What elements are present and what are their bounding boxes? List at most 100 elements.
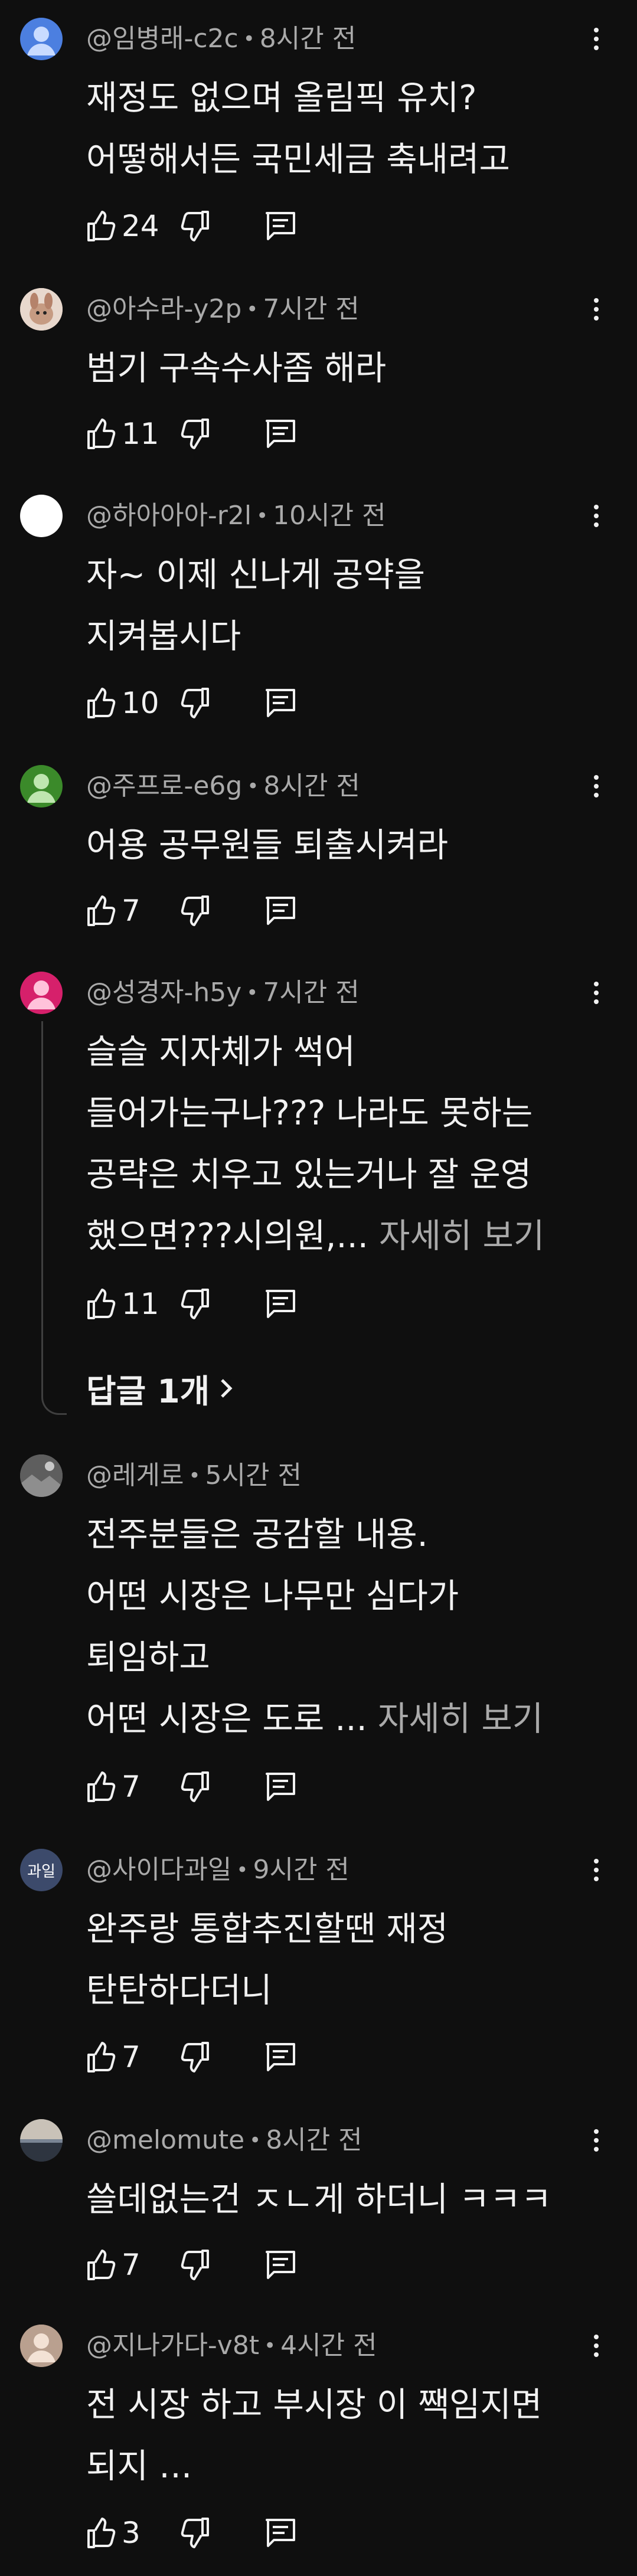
like-count: 7: [122, 2248, 141, 2282]
dislike-icon[interactable]: [181, 687, 210, 720]
comment-time[interactable]: 8시간 전: [263, 767, 360, 805]
comment-meta: @아수라-y2p • 7시간 전: [86, 290, 360, 328]
comment-author[interactable]: @레게로: [86, 1457, 184, 1495]
reply-icon[interactable]: [264, 2250, 296, 2280]
more-options-icon[interactable]: [584, 765, 608, 808]
comment-actions: 7: [86, 890, 296, 931]
comment-meta: @주프로-e6g • 8시간 전: [86, 767, 360, 805]
avatar-initials: 과일: [27, 1862, 55, 1881]
like-icon[interactable]: [86, 2248, 116, 2281]
more-options-icon[interactable]: [584, 972, 608, 1014]
reply-icon[interactable]: [264, 419, 296, 449]
like-count: 7: [122, 894, 141, 928]
thread-line: [41, 1021, 67, 1415]
comment-meta: @하아아아-r2l • 10시간 전: [86, 497, 386, 535]
comment-time[interactable]: 9시간 전: [253, 1851, 349, 1889]
more-options-icon[interactable]: [584, 2325, 608, 2367]
comment-text: 어용 공무원들 퇴출시켜라: [86, 826, 449, 865]
like-icon[interactable]: [86, 2041, 116, 2074]
dislike-icon[interactable]: [181, 210, 210, 243]
reply-icon[interactable]: [264, 895, 296, 926]
like-icon[interactable]: [86, 210, 116, 243]
view-replies-button[interactable]: 답글 1개: [86, 1365, 233, 1412]
comment-author[interactable]: @하아아아-r2l: [86, 497, 251, 535]
more-options-icon[interactable]: [584, 18, 608, 60]
comment-author[interactable]: @성경자-h5y: [86, 974, 241, 1012]
dislike-icon[interactable]: [181, 894, 210, 927]
comment-time[interactable]: 4시간 전: [280, 2327, 377, 2365]
photo-avatar-icon: [20, 1454, 63, 1497]
reply-icon[interactable]: [264, 1771, 296, 1802]
dislike-icon[interactable]: [181, 2041, 210, 2074]
like-count: 7: [122, 2040, 141, 2074]
reply-icon[interactable]: [264, 2042, 296, 2072]
comment-time[interactable]: 10시간 전: [273, 497, 386, 535]
more-options-icon[interactable]: [584, 288, 608, 331]
comment-author[interactable]: @아수라-y2p: [86, 290, 241, 328]
comment-author[interactable]: @melomute: [86, 2121, 244, 2159]
reply-icon[interactable]: [264, 211, 296, 241]
comment-actions: 7: [86, 1766, 296, 1807]
comment-actions: 11: [86, 1283, 296, 1325]
comment-time[interactable]: 7시간 전: [263, 974, 359, 1012]
comment-meta: @레게로 • 5시간 전: [86, 1457, 302, 1495]
comment-time[interactable]: 8시간 전: [260, 20, 356, 58]
more-options-icon[interactable]: [584, 2119, 608, 2162]
avatar[interactable]: [20, 2325, 63, 2367]
person-icon: [27, 27, 55, 55]
comment-meta: @지나가다-v8t • 4시간 전: [86, 2327, 377, 2365]
person-icon: [27, 980, 55, 1009]
like-icon[interactable]: [86, 1770, 116, 1803]
comment-actions: 3: [86, 2512, 296, 2554]
comment-author[interactable]: @임병래-c2c: [86, 20, 239, 58]
like-count: 11: [122, 417, 159, 451]
comment-actions: 7: [86, 2036, 296, 2078]
reply-icon[interactable]: [264, 688, 296, 718]
dislike-icon[interactable]: [181, 417, 210, 450]
avatar[interactable]: [20, 1454, 63, 1497]
more-options-icon[interactable]: [584, 1849, 608, 1891]
comment-time[interactable]: 8시간 전: [266, 2121, 362, 2159]
comment-author[interactable]: @사이다과일: [86, 1851, 231, 1889]
read-more-link[interactable]: 자세히 보기: [379, 1217, 544, 1256]
comment-author[interactable]: @주프로-e6g: [86, 767, 242, 805]
reply-icon[interactable]: [264, 1289, 296, 1319]
comment-text: 쓸데없는건 ㅈㄴ게 하더니 ㅋㅋㅋ: [86, 2180, 552, 2219]
comment-text: 자~ 이제 신나게 공약을 지켜봅시다: [86, 555, 426, 656]
avatar[interactable]: [20, 2119, 63, 2162]
landscape-avatar-icon: [20, 2119, 63, 2162]
like-count: 3: [122, 2516, 141, 2550]
comment-text: 범기 구속수사좀 해라: [86, 349, 387, 388]
avatar[interactable]: [20, 765, 63, 808]
replies-count-label: 답글 1개: [86, 1372, 210, 1410]
comment-time[interactable]: 7시간 전: [263, 290, 359, 328]
like-icon[interactable]: [86, 894, 116, 927]
like-count: 7: [122, 1770, 141, 1804]
comment-time[interactable]: 5시간 전: [205, 1457, 302, 1495]
dislike-icon[interactable]: [181, 2248, 210, 2281]
comment-actions: 11: [86, 413, 296, 455]
comment-meta: @melomute • 8시간 전: [86, 2121, 362, 2159]
avatar[interactable]: [20, 495, 63, 537]
comment-meta: @성경자-h5y • 7시간 전: [86, 974, 360, 1012]
comment-text: 완주랑 통합추진할땐 재정 탄탄하다더니: [86, 1910, 449, 2010]
avatar[interactable]: [20, 288, 63, 331]
reply-icon[interactable]: [264, 2518, 296, 2548]
comment-meta: @사이다과일 • 9시간 전: [86, 1851, 349, 1889]
like-icon[interactable]: [86, 2516, 116, 2549]
read-more-link[interactable]: 자세히 보기: [378, 1699, 543, 1738]
avatar[interactable]: 과일: [20, 1849, 63, 1891]
like-count: 11: [122, 1287, 159, 1321]
more-options-icon[interactable]: [584, 495, 608, 537]
avatar[interactable]: [20, 18, 63, 60]
comment-author[interactable]: @지나가다-v8t: [86, 2327, 259, 2365]
like-icon[interactable]: [86, 687, 116, 720]
like-icon[interactable]: [86, 1287, 116, 1320]
dislike-icon[interactable]: [181, 1287, 210, 1320]
avatar[interactable]: [20, 972, 63, 1014]
comment-text: 전주분들은 공감할 내용. 어떤 시장은 나무만 심다가 퇴임하고 어떤 시장은…: [86, 1515, 544, 1738]
like-icon[interactable]: [86, 417, 116, 450]
pet-photo-icon: [20, 288, 63, 331]
dislike-icon[interactable]: [181, 1770, 210, 1803]
dislike-icon[interactable]: [181, 2516, 210, 2549]
